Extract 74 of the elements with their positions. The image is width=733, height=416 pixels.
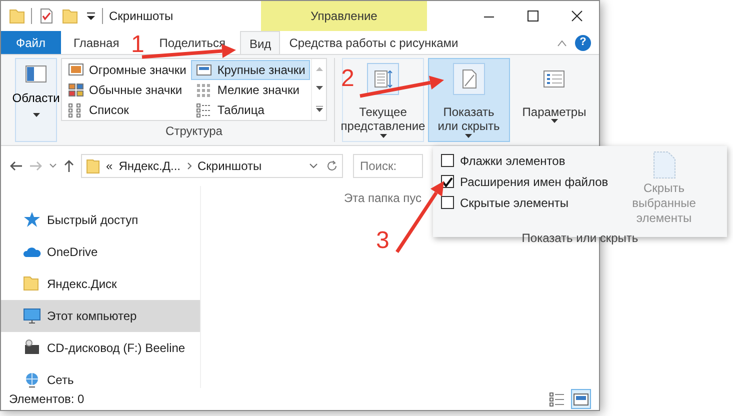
checkbox[interactable] [441,175,454,188]
layout-option[interactable]: Обычные значки [63,80,192,100]
layout-option[interactable]: Мелкие значки [191,80,310,100]
context-tab-label: Управление [261,1,427,31]
layout-option[interactable]: Огромные значки [63,60,192,80]
scroll-down-icon[interactable] [316,86,323,90]
drive-icon [23,339,41,357]
picture-icon [196,62,212,78]
step-number: 2 [341,65,354,92]
details-view-icon [548,390,566,408]
chevron-right-icon [186,162,192,170]
pane-icon [25,65,47,83]
checkmark-icon [442,176,453,186]
checkbox[interactable] [441,196,454,209]
grid-icon [196,82,212,98]
ribbon-button[interactable]: Показать или скрыть [428,58,510,142]
ribbon-tab[interactable]: Главная [64,31,128,54]
file-tab[interactable]: Файл [1,31,61,54]
ribbon-tab[interactable]: Средства работы с рисунками [280,31,468,54]
address-bar[interactable]: « Яндекс.Д... Скриншоты [81,154,343,178]
folder-icon [86,158,100,174]
refresh-icon[interactable] [326,160,338,172]
empty-folder-text: Эта папка пус [344,190,422,207]
caret-icon [550,119,558,124]
document-icon [652,151,676,179]
checkbox-option[interactable]: Скрытые элементы [441,192,608,213]
ribbon-tab[interactable]: Вид [240,31,280,55]
checkbox[interactable] [441,154,454,167]
step-number: 1 [131,31,144,58]
checklist-icon [543,68,566,90]
search-field[interactable]: Поиск: [353,154,423,178]
help-button[interactable]: ? [575,34,591,50]
chevron-down-icon[interactable] [309,163,318,169]
chevron-down-icon[interactable] [49,163,57,169]
maximize-icon[interactable] [526,9,540,23]
back-icon[interactable] [9,160,23,172]
nav-item[interactable]: CD-дисковод (F:) Beeline [1,332,200,364]
nav-item[interactable]: OneDrive [1,236,200,268]
expand-icon[interactable] [316,106,323,112]
folder-icon [23,275,41,293]
overflow-button[interactable]: « [106,157,113,175]
caret-icon [32,113,40,117]
panes-button[interactable]: Области [15,58,57,142]
up-icon[interactable] [63,159,75,173]
close-icon[interactable] [570,9,584,23]
checkbox-option[interactable]: Флажки элементов [441,150,608,171]
nav-item[interactable]: Быстрый доступ [1,204,200,236]
nav-item[interactable]: Этот компьютер [1,300,200,332]
layout-option[interactable]: Таблица [191,100,310,120]
nav-item[interactable]: Яндекс.Диск [1,268,200,300]
layout-option[interactable]: Крупные значки [191,60,310,80]
columns-icon [372,68,394,90]
picture-icon [68,62,84,78]
view-button[interactable] [571,389,591,409]
breadcrumb[interactable]: Яндекс.Д... [118,157,181,175]
table-icon [196,102,212,118]
caret-icon [465,134,472,138]
hide-selected-button: Скрыть выбранные элементы [609,150,719,227]
step-number: 3 [376,227,390,254]
star-icon [23,211,41,229]
globe-icon [23,371,41,389]
monitor-icon [23,307,41,325]
caret-icon [380,134,386,138]
tiles-icon [68,82,84,98]
breadcrumb[interactable]: Скриншоты [198,157,262,175]
checkmark-icon[interactable] [38,8,54,24]
group-label: Структура [166,123,222,140]
collapse-icon[interactable] [557,38,567,46]
layout-option[interactable]: Список [63,100,192,120]
window-title: Скриншоты [109,8,174,25]
group-label: Показать или скрыть [520,230,640,247]
ribbon-tab[interactable]: Поделиться [150,31,234,54]
dropdown-icon[interactable] [86,11,96,21]
ribbon-button[interactable]: Параметры [514,58,595,142]
